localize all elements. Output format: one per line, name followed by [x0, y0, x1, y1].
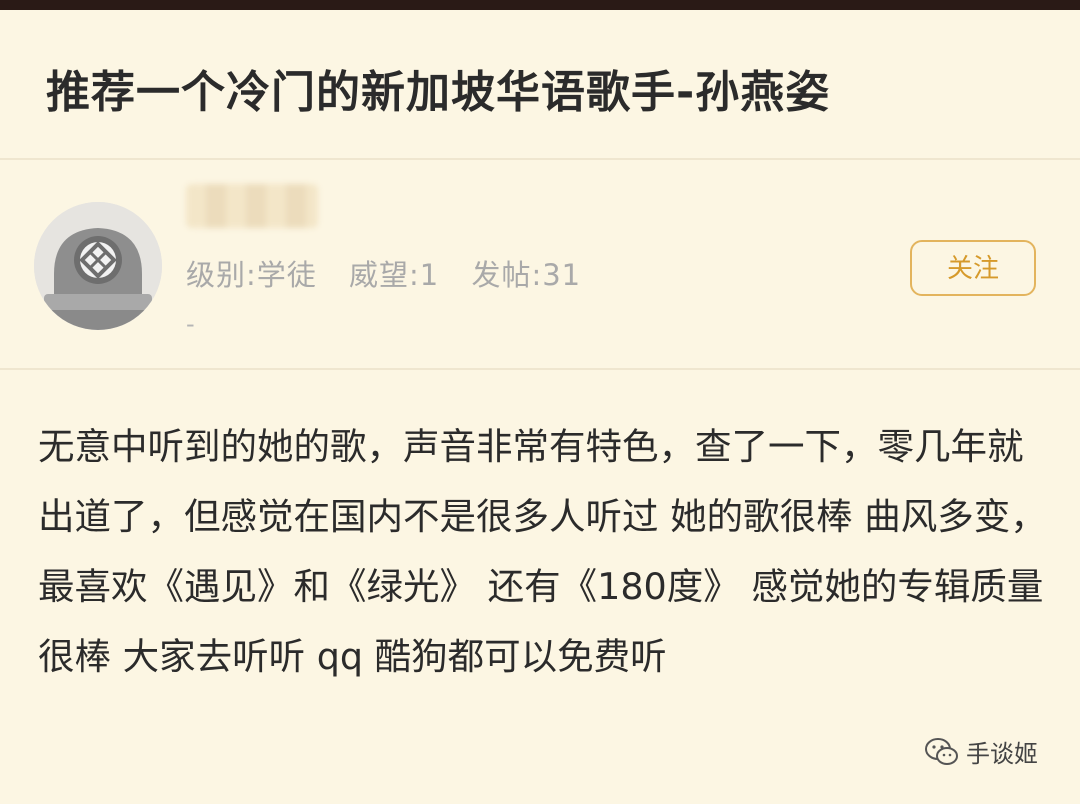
user-prestige: 威望:1: [349, 258, 440, 292]
post-title: 推荐一个冷门的新加坡华语歌手-孙燕姿: [46, 67, 831, 118]
username-redacted: [186, 184, 318, 228]
user-level: 级别:学徒: [186, 258, 317, 292]
user-signature: -: [186, 310, 195, 338]
watermark-label: 手谈姬: [966, 740, 1038, 768]
follow-button[interactable]: 关注: [910, 240, 1036, 296]
user-stats: 级别:学徒 威望:1 发帖:31: [186, 252, 603, 294]
avatar[interactable]: [34, 202, 162, 330]
diving-helmet-icon: [34, 202, 162, 330]
user-post-count: 发帖:31: [471, 258, 582, 292]
post-body: 无意中听到的她的歌，声音非常有特色，查了一下，零几年就出道了，但感觉在国内不是很…: [38, 425, 1047, 678]
title-section: 推荐一个冷门的新加坡华语歌手-孙燕姿: [0, 10, 1080, 160]
watermark: 手谈姬: [924, 734, 1038, 769]
top-bar: [0, 0, 1080, 10]
author-card: 级别:学徒 威望:1 发帖:31 - 关注: [0, 162, 1080, 370]
wechat-icon: [925, 737, 958, 765]
